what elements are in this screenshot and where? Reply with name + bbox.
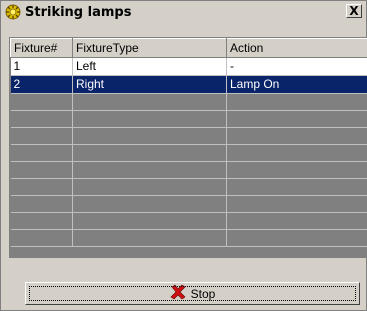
cell-fixture-type: Left — [72, 57, 227, 76]
striking-lamps-dialog: Striking lamps X Fixture# FixtureType Ac… — [0, 0, 367, 311]
empty-cell — [72, 127, 227, 145]
empty-cell — [72, 229, 227, 247]
cell-fixture-type: Right — [72, 75, 227, 94]
empty-cell — [226, 144, 367, 162]
column-header-fixture[interactable]: Fixture# — [10, 38, 73, 58]
empty-cell — [226, 93, 367, 111]
grid-header: Fixture# FixtureType Action — [10, 38, 367, 58]
table-row[interactable]: 2 Right Lamp On — [10, 75, 367, 94]
empty-row — [10, 144, 367, 162]
focus-rect — [29, 286, 356, 301]
cell-fixture: 2 — [10, 75, 73, 94]
empty-cell — [72, 110, 227, 128]
empty-cell — [10, 178, 73, 196]
empty-cell — [226, 110, 367, 128]
empty-cell — [226, 178, 367, 196]
column-header-fixture-type[interactable]: FixtureType — [72, 38, 227, 58]
empty-cell — [10, 195, 73, 213]
empty-cell — [72, 212, 227, 230]
empty-cell — [226, 195, 367, 213]
empty-cell — [10, 229, 73, 247]
empty-cell — [226, 229, 367, 247]
empty-cell — [72, 161, 227, 179]
empty-cell — [226, 161, 367, 179]
empty-cell — [72, 178, 227, 196]
empty-cell — [10, 93, 73, 111]
empty-row — [10, 127, 367, 145]
lamp-icon — [5, 4, 21, 20]
empty-row — [10, 195, 367, 213]
cell-action: - — [226, 57, 367, 76]
stop-button[interactable]: Stop — [25, 282, 360, 305]
empty-cell — [226, 212, 367, 230]
column-header-action[interactable]: Action — [226, 38, 367, 58]
table-row[interactable]: 1 Left - — [10, 57, 367, 76]
empty-cell — [10, 161, 73, 179]
empty-row — [10, 93, 367, 111]
close-button[interactable]: X — [346, 4, 362, 18]
title-bar[interactable]: Striking lamps X — [2, 2, 365, 22]
fixtures-grid[interactable]: Fixture# FixtureType Action 1 Left - 2 R… — [9, 37, 367, 258]
cell-fixture: 1 — [10, 57, 73, 76]
empty-cell — [226, 127, 367, 145]
empty-row — [10, 178, 367, 196]
empty-cell — [72, 144, 227, 162]
empty-row — [10, 161, 367, 179]
empty-cell — [10, 144, 73, 162]
empty-row — [10, 110, 367, 128]
empty-cell — [10, 212, 73, 230]
empty-cell — [10, 110, 73, 128]
empty-row — [10, 229, 367, 247]
empty-cell — [72, 93, 227, 111]
window-title: Striking lamps — [25, 4, 132, 20]
empty-cell — [10, 127, 73, 145]
cell-action: Lamp On — [226, 75, 367, 94]
empty-row — [10, 212, 367, 230]
empty-cell — [72, 195, 227, 213]
